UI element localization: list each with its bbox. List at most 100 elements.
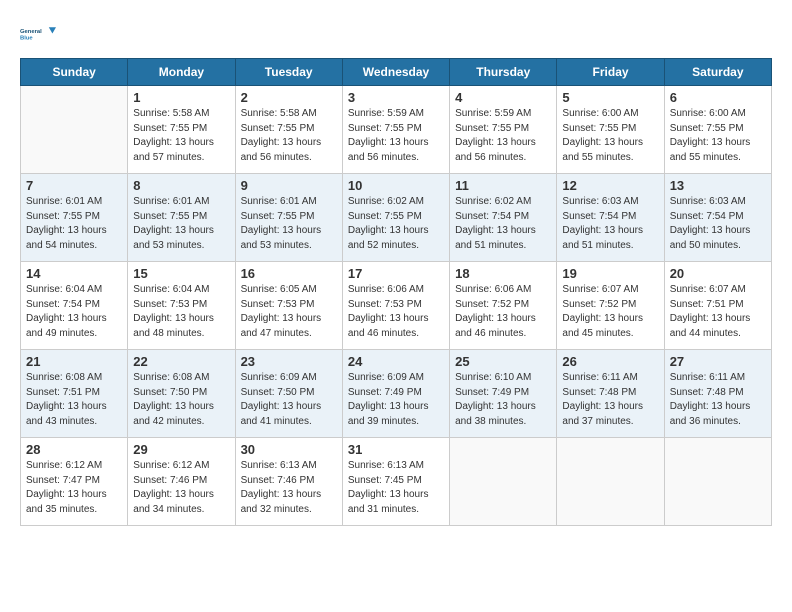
weekday-header-cell: Saturday [664,59,771,86]
calendar-day-cell: 25Sunrise: 6:10 AM Sunset: 7:49 PM Dayli… [450,350,557,438]
calendar-day-cell: 3Sunrise: 5:59 AM Sunset: 7:55 PM Daylig… [342,86,449,174]
day-number: 21 [26,354,122,369]
day-number: 23 [241,354,337,369]
day-number: 17 [348,266,444,281]
day-number: 15 [133,266,229,281]
weekday-header-cell: Wednesday [342,59,449,86]
day-info: Sunrise: 6:03 AM Sunset: 7:54 PM Dayligh… [670,195,766,253]
calendar-week-row: 28 Sunrise: 6:12 AM Sunset: 7:47 PM Dayli… [21,438,772,526]
calendar-day-cell [557,438,664,526]
calendar-day-cell [21,86,128,174]
day-info: Sunrise: 6:01 AM Sunset: 7:55 PM Dayligh… [133,195,229,253]
day-info: Sunrise: 6:07 AM Sunset: 7:51 PM Dayligh… [670,283,766,341]
calendar-day-cell: 29Sunrise: 6:12 AM Sunset: 7:46 PM Dayli… [128,438,235,526]
day-number: 19 [562,266,658,281]
calendar-day-cell: 10 Sunrise: 6:02 AM Sunset: 7:55 PM Dayli… [342,174,449,262]
calendar-day-cell: 11 Sunrise: 6:02 AM Sunset: 7:54 PM Dayli… [450,174,557,262]
day-number: 8 [133,178,229,193]
weekday-header-cell: Tuesday [235,59,342,86]
calendar-day-cell: 13Sunrise: 6:03 AM Sunset: 7:54 PM Dayli… [664,174,771,262]
day-info: Sunrise: 6:10 AM Sunset: 7:49 PM Dayligh… [455,371,551,429]
calendar-day-cell: 22 Sunrise: 6:08 AM Sunset: 7:50 PM Dayli… [128,350,235,438]
calendar-day-cell: 17 Sunrise: 6:06 AM Sunset: 7:53 PM Dayli… [342,262,449,350]
day-info: Sunrise: 6:13 AM Sunset: 7:46 PM Dayligh… [241,459,337,517]
day-number: 7 [26,178,122,193]
day-number: 31 [348,442,444,457]
day-info: Sunrise: 6:04 AM Sunset: 7:54 PM Dayligh… [26,283,122,341]
calendar-day-cell: 15 Sunrise: 6:04 AM Sunset: 7:53 PM Dayli… [128,262,235,350]
calendar-week-row: 14 Sunrise: 6:04 AM Sunset: 7:54 PM Dayli… [21,262,772,350]
logo: GeneralBlue [20,20,56,48]
calendar-week-row: 7 Sunrise: 6:01 AM Sunset: 7:55 PM Daylig… [21,174,772,262]
day-number: 6 [670,90,766,105]
calendar-day-cell: 28 Sunrise: 6:12 AM Sunset: 7:47 PM Dayli… [21,438,128,526]
day-number: 1 [133,90,229,105]
day-info: Sunrise: 6:13 AM Sunset: 7:45 PM Dayligh… [348,459,444,517]
day-info: Sunrise: 6:12 AM Sunset: 7:47 PM Dayligh… [26,459,122,517]
day-info: Sunrise: 6:01 AM Sunset: 7:55 PM Dayligh… [241,195,337,253]
day-number: 14 [26,266,122,281]
calendar-day-cell: 12Sunrise: 6:03 AM Sunset: 7:54 PM Dayli… [557,174,664,262]
day-number: 30 [241,442,337,457]
day-info: Sunrise: 6:04 AM Sunset: 7:53 PM Dayligh… [133,283,229,341]
day-info: Sunrise: 6:03 AM Sunset: 7:54 PM Dayligh… [562,195,658,253]
day-number: 16 [241,266,337,281]
day-number: 27 [670,354,766,369]
calendar-table: SundayMondayTuesdayWednesdayThursdayFrid… [20,58,772,526]
calendar-day-cell: 6 Sunrise: 6:00 AM Sunset: 7:55 PM Daylig… [664,86,771,174]
calendar-day-cell: 1 Sunrise: 5:58 AM Sunset: 7:55 PM Daylig… [128,86,235,174]
weekday-header-row: SundayMondayTuesdayWednesdayThursdayFrid… [21,59,772,86]
day-info: Sunrise: 6:01 AM Sunset: 7:55 PM Dayligh… [26,195,122,253]
day-number: 22 [133,354,229,369]
calendar-day-cell: 30 Sunrise: 6:13 AM Sunset: 7:46 PM Dayli… [235,438,342,526]
day-number: 29 [133,442,229,457]
calendar-day-cell: 5 Sunrise: 6:00 AM Sunset: 7:55 PM Daylig… [557,86,664,174]
day-info: Sunrise: 5:58 AM Sunset: 7:55 PM Dayligh… [133,107,229,165]
calendar-day-cell: 21 Sunrise: 6:08 AM Sunset: 7:51 PM Dayli… [21,350,128,438]
day-info: Sunrise: 6:02 AM Sunset: 7:55 PM Dayligh… [348,195,444,253]
day-info: Sunrise: 6:05 AM Sunset: 7:53 PM Dayligh… [241,283,337,341]
day-info: Sunrise: 6:08 AM Sunset: 7:51 PM Dayligh… [26,371,122,429]
day-info: Sunrise: 6:09 AM Sunset: 7:50 PM Dayligh… [241,371,337,429]
svg-text:General: General [20,29,42,35]
day-number: 5 [562,90,658,105]
day-info: Sunrise: 5:58 AM Sunset: 7:55 PM Dayligh… [241,107,337,165]
day-number: 26 [562,354,658,369]
day-number: 18 [455,266,551,281]
calendar-day-cell: 7 Sunrise: 6:01 AM Sunset: 7:55 PM Daylig… [21,174,128,262]
calendar-day-cell: 4 Sunrise: 5:59 AM Sunset: 7:55 PM Daylig… [450,86,557,174]
day-info: Sunrise: 6:09 AM Sunset: 7:49 PM Dayligh… [348,371,444,429]
day-info: Sunrise: 5:59 AM Sunset: 7:55 PM Dayligh… [455,107,551,165]
weekday-header-cell: Sunday [21,59,128,86]
calendar-week-row: 1 Sunrise: 5:58 AM Sunset: 7:55 PM Daylig… [21,86,772,174]
calendar-week-row: 21 Sunrise: 6:08 AM Sunset: 7:51 PM Dayli… [21,350,772,438]
calendar-day-cell: 16 Sunrise: 6:05 AM Sunset: 7:53 PM Dayli… [235,262,342,350]
day-info: Sunrise: 6:07 AM Sunset: 7:52 PM Dayligh… [562,283,658,341]
day-number: 24 [348,354,444,369]
day-number: 11 [455,178,551,193]
day-info: Sunrise: 6:08 AM Sunset: 7:50 PM Dayligh… [133,371,229,429]
day-info: Sunrise: 6:00 AM Sunset: 7:55 PM Dayligh… [670,107,766,165]
day-info: Sunrise: 6:02 AM Sunset: 7:54 PM Dayligh… [455,195,551,253]
calendar-day-cell: 14 Sunrise: 6:04 AM Sunset: 7:54 PM Dayli… [21,262,128,350]
day-info: Sunrise: 6:00 AM Sunset: 7:55 PM Dayligh… [562,107,658,165]
calendar-day-cell: 20Sunrise: 6:07 AM Sunset: 7:51 PM Dayli… [664,262,771,350]
day-number: 28 [26,442,122,457]
calendar-day-cell: 27Sunrise: 6:11 AM Sunset: 7:48 PM Dayli… [664,350,771,438]
calendar-day-cell: 24 Sunrise: 6:09 AM Sunset: 7:49 PM Dayli… [342,350,449,438]
day-number: 2 [241,90,337,105]
day-number: 10 [348,178,444,193]
day-info: Sunrise: 6:11 AM Sunset: 7:48 PM Dayligh… [562,371,658,429]
calendar-body: 1 Sunrise: 5:58 AM Sunset: 7:55 PM Daylig… [21,86,772,526]
day-number: 3 [348,90,444,105]
calendar-day-cell: 8 Sunrise: 6:01 AM Sunset: 7:55 PM Daylig… [128,174,235,262]
weekday-header-cell: Monday [128,59,235,86]
calendar-day-cell: 31 Sunrise: 6:13 AM Sunset: 7:45 PM Dayli… [342,438,449,526]
logo-icon: GeneralBlue [20,20,56,48]
calendar-day-cell: 23 Sunrise: 6:09 AM Sunset: 7:50 PM Dayli… [235,350,342,438]
day-number: 9 [241,178,337,193]
calendar-day-cell: 2 Sunrise: 5:58 AM Sunset: 7:55 PM Daylig… [235,86,342,174]
day-number: 4 [455,90,551,105]
day-info: Sunrise: 6:06 AM Sunset: 7:53 PM Dayligh… [348,283,444,341]
calendar-day-cell: 18Sunrise: 6:06 AM Sunset: 7:52 PM Dayli… [450,262,557,350]
